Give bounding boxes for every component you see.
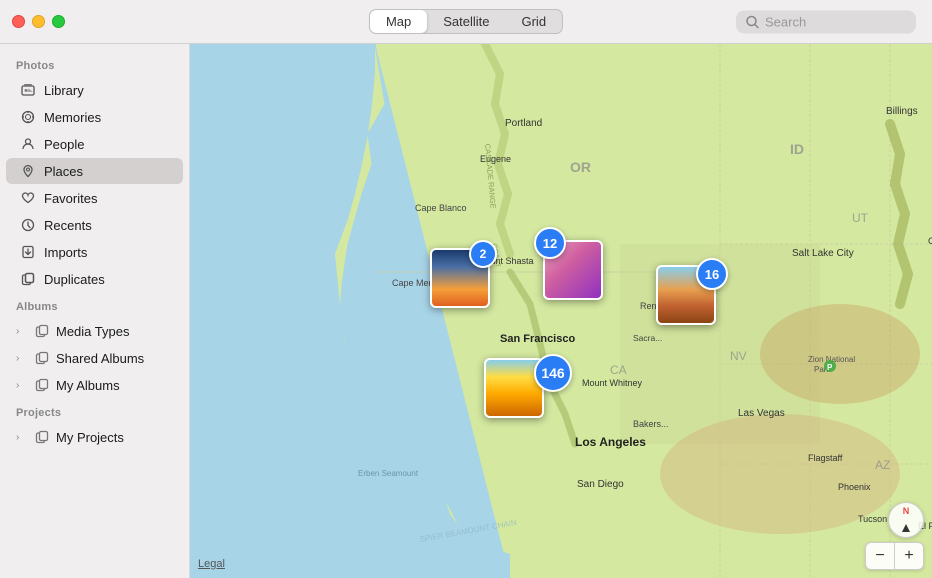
compass-arrow <box>902 524 910 532</box>
cluster-bubble-16[interactable]: 16 <box>696 258 728 290</box>
media-types-icon <box>34 323 50 339</box>
close-button[interactable] <box>12 15 25 28</box>
titlebar: Map Satellite Grid <box>0 0 932 44</box>
chevron-icon-4: › <box>16 432 28 443</box>
sidebar-label-recents: Recents <box>44 218 92 233</box>
sidebar-label-places: Places <box>44 164 83 179</box>
chevron-icon-3: › <box>16 380 28 391</box>
sidebar-item-duplicates[interactable]: Duplicates <box>6 266 183 292</box>
sidebar-label-people: People <box>44 137 84 152</box>
svg-text:Billings: Billings <box>886 106 918 117</box>
zoom-controls: − + <box>865 542 924 570</box>
svg-text:Portland: Portland <box>505 118 542 129</box>
sidebar-label-library: Library <box>44 83 84 98</box>
sidebar-label-imports: Imports <box>44 245 87 260</box>
svg-text:Las Vegas: Las Vegas <box>738 408 785 419</box>
photos-section-label: Photos <box>0 52 189 76</box>
duplicates-icon <box>20 271 36 287</box>
sidebar-item-people[interactable]: People <box>6 131 183 157</box>
sidebar-label-my-albums: My Albums <box>56 378 120 393</box>
view-tabs: Map Satellite Grid <box>369 9 563 34</box>
compass-n-label: N <box>903 506 910 516</box>
cluster-146[interactable]: 146 <box>534 354 572 392</box>
search-input[interactable] <box>765 14 906 29</box>
sidebar-item-my-projects[interactable]: › My Projects <box>6 424 183 450</box>
traffic-lights <box>12 15 65 28</box>
sidebar-item-library[interactable]: Library <box>6 77 183 103</box>
tab-map[interactable]: Map <box>370 10 427 33</box>
svg-text:Phoenix: Phoenix <box>838 482 871 492</box>
cluster-bubble-2[interactable]: 2 <box>469 240 497 268</box>
maximize-button[interactable] <box>52 15 65 28</box>
svg-text:San Diego: San Diego <box>577 479 624 490</box>
map-background: Portland Eugene Cape Blanco Mount Shasta… <box>190 44 932 578</box>
favorites-icon <box>20 190 36 206</box>
sidebar-label-my-projects: My Projects <box>56 430 124 445</box>
svg-text:Cheyenne: Cheyenne <box>928 236 932 246</box>
sidebar-item-memories[interactable]: Memories <box>6 104 183 130</box>
sidebar-item-places[interactable]: Places <box>6 158 183 184</box>
recents-icon <box>20 217 36 233</box>
legal-link[interactable]: Legal <box>198 558 225 570</box>
map-controls: N − + <box>865 502 924 570</box>
svg-text:Cape Blanco: Cape Blanco <box>415 203 467 213</box>
tab-satellite[interactable]: Satellite <box>427 10 505 33</box>
sidebar-item-favorites[interactable]: Favorites <box>6 185 183 211</box>
sidebar-item-media-types[interactable]: › Media Types <box>6 318 183 344</box>
sidebar-item-imports[interactable]: Imports <box>6 239 183 265</box>
sidebar-label-shared-albums: Shared Albums <box>56 351 144 366</box>
sidebar-label-memories: Memories <box>44 110 101 125</box>
svg-text:Sacra...: Sacra... <box>633 333 662 343</box>
svg-text:CA: CA <box>610 363 627 377</box>
svg-text:Flagstaff: Flagstaff <box>808 453 843 463</box>
svg-text:San Francisco: San Francisco <box>500 333 575 345</box>
zoom-out-button[interactable]: − <box>866 543 894 569</box>
minimize-button[interactable] <box>32 15 45 28</box>
cluster-bubble-12[interactable]: 12 <box>534 227 566 259</box>
svg-text:AZ: AZ <box>875 458 890 472</box>
zoom-in-button[interactable]: + <box>895 543 923 569</box>
sidebar-label-media-types: Media Types <box>56 324 129 339</box>
shared-albums-icon <box>34 350 50 366</box>
svg-text:ID: ID <box>790 141 804 157</box>
map-area[interactable]: Portland Eugene Cape Blanco Mount Shasta… <box>190 44 932 578</box>
svg-text:NV: NV <box>730 349 747 363</box>
search-box[interactable] <box>736 10 916 33</box>
people-icon <box>20 136 36 152</box>
svg-text:Los Angeles: Los Angeles <box>575 435 646 449</box>
tab-grid[interactable]: Grid <box>505 10 562 33</box>
svg-text:OR: OR <box>570 159 591 175</box>
sidebar-label-favorites: Favorites <box>44 191 97 206</box>
svg-text:Bakers...: Bakers... <box>633 419 669 429</box>
imports-icon <box>20 244 36 260</box>
svg-text:P: P <box>827 363 833 372</box>
sidebar: Photos Library <box>0 44 190 578</box>
projects-section-label: Projects <box>0 399 189 423</box>
cluster-16[interactable]: 16 <box>696 258 728 290</box>
cluster-12[interactable]: 12 <box>534 227 566 259</box>
sidebar-item-recents[interactable]: Recents <box>6 212 183 238</box>
sidebar-item-my-albums[interactable]: › My Albums <box>6 372 183 398</box>
search-icon <box>746 15 759 28</box>
titlebar-center: Map Satellite Grid <box>369 9 563 34</box>
svg-text:Mount Whitney: Mount Whitney <box>582 378 643 388</box>
my-projects-icon <box>34 429 50 445</box>
chevron-icon: › <box>16 326 28 337</box>
chevron-icon-2: › <box>16 353 28 364</box>
cluster-bubble-146[interactable]: 146 <box>534 354 572 392</box>
sidebar-item-shared-albums[interactable]: › Shared Albums <box>6 345 183 371</box>
cluster-2[interactable]: 2 <box>469 240 497 268</box>
svg-text:Erben Seamount: Erben Seamount <box>358 469 419 478</box>
compass-rose: N <box>888 502 924 538</box>
svg-text:UT: UT <box>852 211 869 225</box>
svg-text:Salt Lake City: Salt Lake City <box>792 248 854 259</box>
main-content: Photos Library <box>0 44 932 578</box>
my-albums-icon <box>34 377 50 393</box>
places-icon <box>20 163 36 179</box>
sidebar-label-duplicates: Duplicates <box>44 272 105 287</box>
albums-section-label: Albums <box>0 293 189 317</box>
memories-icon <box>20 109 36 125</box>
library-icon <box>20 82 36 98</box>
